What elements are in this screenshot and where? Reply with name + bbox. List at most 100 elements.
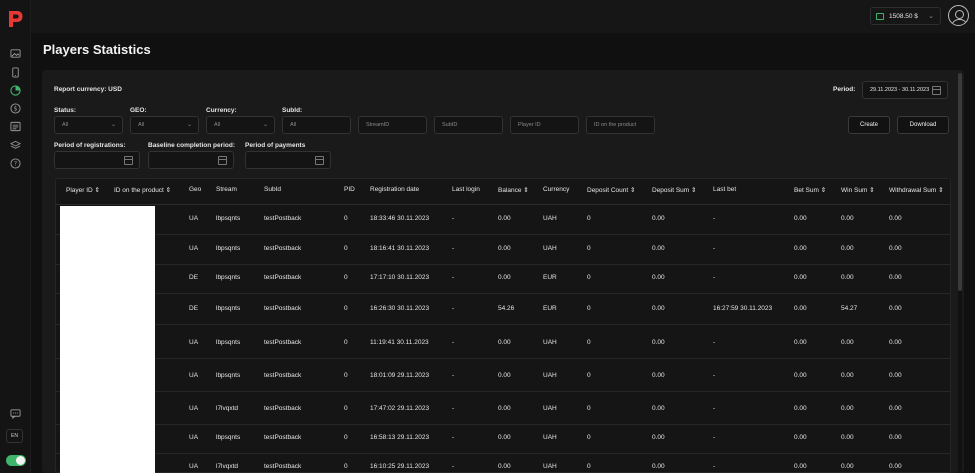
- streamid-input[interactable]: StreamID: [358, 116, 427, 134]
- table-row[interactable]: UA l7lvqxtd testPostback 0 17:47:02 29.11.20…: [56, 394, 950, 425]
- help-icon[interactable]: ?: [9, 157, 21, 169]
- column-header-id-on-the-product[interactable]: ID on the product ⇕: [114, 186, 171, 194]
- column-header-subid: SubId: [264, 186, 281, 193]
- table-row[interactable]: DE lbpsqnts testPostback 0 16:26:30 30.11.20…: [56, 294, 950, 325]
- cell-login: -: [452, 274, 455, 281]
- wallet-icon: [876, 12, 884, 20]
- brand-logo[interactable]: [8, 10, 23, 28]
- cell-balance: 0.00: [498, 215, 511, 222]
- status-value: All: [62, 122, 69, 128]
- period-picker[interactable]: 29.11.2023 - 30.11.2023: [862, 81, 948, 99]
- cell-subid: testPostback: [264, 405, 302, 412]
- cell-last-bet: -: [713, 372, 716, 379]
- column-header-bet-sum[interactable]: Bet Sum ⇕: [794, 186, 826, 194]
- cell-bet-sum: 0.00: [794, 372, 807, 379]
- calendar-icon: [218, 156, 227, 165]
- cell-withdrawal: 0.00: [889, 463, 902, 470]
- column-header-player-id[interactable]: Player ID ⇕: [66, 186, 100, 194]
- cell-currency: UAH: [543, 372, 557, 379]
- cell-subid: testPostback: [264, 372, 302, 379]
- cell-win-sum: 0.00: [841, 434, 854, 441]
- language-switch[interactable]: EN: [6, 429, 23, 443]
- table-row[interactable]: UA lbpsqnts testPostback 0 18:16:41 30.11.20…: [56, 234, 950, 265]
- cell-login: -: [452, 405, 455, 412]
- user-avatar[interactable]: [948, 5, 969, 26]
- subid-input[interactable]: All: [282, 116, 351, 134]
- idproduct-input[interactable]: ID on the product: [586, 116, 655, 134]
- geo-select[interactable]: All ⌄: [130, 116, 199, 134]
- column-header-last-bet: Last bet: [713, 186, 737, 193]
- cell-last-bet: -: [713, 339, 716, 346]
- registrations-date-picker[interactable]: [54, 151, 140, 169]
- create-button[interactable]: Create: [848, 116, 890, 134]
- table-row[interactable]: DE lbpsqnts testPostback 0 17:17:10 30.11.20…: [56, 263, 950, 294]
- table-row[interactable]: UA lbpsqnts testPostback 0 18:01:09 29.11.20…: [56, 361, 950, 392]
- baseline-date-picker[interactable]: [148, 151, 234, 169]
- statistics-icon[interactable]: [9, 84, 21, 96]
- download-button[interactable]: Download: [897, 116, 949, 134]
- theme-toggle[interactable]: [6, 455, 26, 466]
- cell-reg: 16:10:25 29.11.2023: [370, 463, 430, 470]
- report-currency: Report currency: USD: [54, 86, 122, 93]
- cell-balance: 54.26: [498, 305, 515, 312]
- cell-bet-sum: 0.00: [794, 245, 807, 252]
- image-icon[interactable]: [9, 47, 21, 59]
- playerid-input[interactable]: Player ID: [510, 116, 579, 134]
- sidebar: $ ? EN: [0, 0, 31, 473]
- cell-dep-count: 0: [587, 405, 591, 412]
- mobile-icon[interactable]: [9, 66, 21, 78]
- period-label: Period:: [833, 86, 856, 93]
- column-header-deposit-count[interactable]: Deposit Count ⇕: [587, 186, 635, 194]
- table-row[interactable]: UA lbpsqnts testPostback 0 16:58:13 29.11.20…: [56, 423, 950, 454]
- cell-last-bet: -: [713, 434, 716, 441]
- support-icon[interactable]: [9, 407, 21, 419]
- cell-win-sum: 0.00: [841, 245, 854, 252]
- cell-dep-sum: 0.00: [652, 434, 665, 441]
- cell-pid: 0: [344, 405, 348, 412]
- cell-dep-count: 0: [587, 305, 591, 312]
- scrollbar-thumb[interactable]: [958, 73, 962, 291]
- cell-reg: 11:19:41 30.11.2023: [370, 339, 429, 346]
- dollar-icon[interactable]: $: [9, 102, 21, 114]
- column-header-pid: PID: [344, 186, 355, 193]
- cell-pid: 0: [344, 274, 348, 281]
- cell-subid: testPostback: [264, 339, 302, 346]
- payments-date-picker[interactable]: [245, 151, 331, 169]
- cell-stream: lbpsqnts: [216, 372, 241, 379]
- cell-balance: 0.00: [498, 274, 511, 281]
- cell-reg: 16:58:13 29.11.2023: [370, 434, 430, 441]
- subid2-input[interactable]: SubID: [434, 116, 503, 134]
- geo-label: GEO:: [130, 107, 147, 114]
- cell-dep-sum: 0.00: [652, 245, 665, 252]
- cell-reg: 18:33:46 30.11.2023: [370, 215, 430, 222]
- streamid-placeholder: StreamID: [366, 122, 390, 128]
- list-icon[interactable]: [9, 120, 21, 132]
- table-row[interactable]: UA lbpsqnts testPostback 0 11:19:41 30.11.20…: [56, 328, 950, 359]
- subid2-placeholder: SubID: [442, 122, 458, 128]
- column-header-balance[interactable]: Balance ⇕: [498, 186, 529, 194]
- cell-withdrawal: 0.00: [889, 305, 902, 312]
- currency-select[interactable]: All ⌄: [206, 116, 275, 134]
- column-header-deposit-sum[interactable]: Deposit Sum ⇕: [652, 186, 696, 194]
- cell-subid: testPostback: [264, 215, 302, 222]
- geo-value: All: [138, 122, 145, 128]
- cell-withdrawal: 0.00: [889, 274, 902, 281]
- cell-currency: UAH: [543, 339, 557, 346]
- cell-dep-count: 0: [587, 434, 591, 441]
- column-header-withdrawal-sum[interactable]: Withdrawal Sum ⇕: [889, 186, 944, 194]
- cell-bet-sum: 0.00: [794, 215, 807, 222]
- payments-label: Period of payments: [245, 142, 306, 149]
- cell-login: -: [452, 339, 455, 346]
- chevron-down-icon: ⌄: [110, 122, 116, 128]
- column-header-win-sum[interactable]: Win Sum ⇕: [841, 186, 875, 194]
- status-select[interactable]: All ⌄: [54, 116, 123, 134]
- balance-dropdown[interactable]: 1508.50 $ ⌄: [870, 7, 941, 25]
- cell-withdrawal: 0.00: [889, 339, 902, 346]
- cell-withdrawal: 0.00: [889, 434, 902, 441]
- cell-bet-sum: 0.00: [794, 305, 807, 312]
- table-row[interactable]: UA lbpsqnts testPostback 0 18:33:46 30.11.20…: [56, 204, 950, 235]
- table-row[interactable]: UA l7lvqxtd testPostback 0 16:10:25 29.11.20…: [56, 452, 950, 472]
- calendar-icon: [932, 86, 941, 95]
- cell-dep-sum: 0.00: [652, 305, 665, 312]
- layers-icon[interactable]: [9, 139, 21, 151]
